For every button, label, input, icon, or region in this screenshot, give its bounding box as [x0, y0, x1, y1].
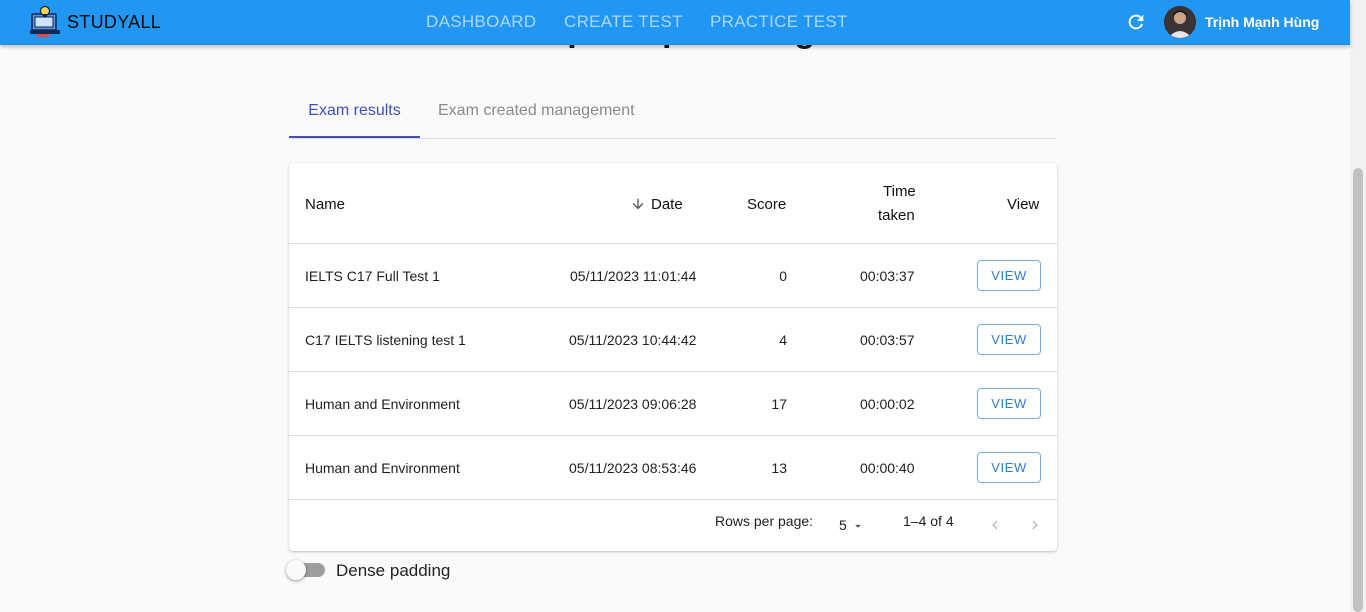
view-button[interactable]: VIEW [977, 388, 1041, 419]
rows-per-page-label: Rows per page: [715, 513, 814, 529]
dense-padding-switch[interactable] [286, 560, 306, 580]
row-date: 05/11/2023 09:06:28 [569, 396, 697, 412]
user-name[interactable]: Trịnh Mạnh Hùng [1205, 14, 1319, 30]
row-score: 17 [771, 396, 787, 412]
row-time: 00:03:57 [860, 332, 915, 348]
row-name: Human and Environment [305, 460, 460, 476]
table-row: Human and Environment 05/11/2023 09:06:2… [289, 372, 1057, 436]
row-date: 05/11/2023 11:01:44 [570, 268, 697, 284]
table-pagination: Rows per page: 5 1–4 of 4 [289, 499, 1057, 551]
table-row: IELTS C17 Full Test 1 05/11/2023 11:01:4… [289, 244, 1057, 308]
tab-exam-created-management[interactable]: Exam created management [438, 89, 635, 138]
row-score: 13 [771, 460, 787, 476]
tab-exam-results[interactable]: Exam results [289, 89, 420, 138]
profile-tabs: Exam results Exam created management [289, 89, 1057, 139]
column-view: View [1007, 196, 1040, 213]
studyall-logo-icon[interactable] [30, 5, 62, 38]
row-time: 00:03:37 [860, 268, 915, 284]
row-time: 00:00:40 [860, 460, 915, 476]
row-name: Human and Environment [305, 396, 460, 412]
column-time-line1[interactable]: Time [883, 183, 916, 200]
view-button[interactable]: VIEW [977, 324, 1041, 355]
caret-down-icon[interactable] [851, 519, 865, 533]
nav-practice-test[interactable]: PRACTICE TEST [710, 12, 848, 32]
row-name: C17 IELTS listening test 1 [305, 332, 466, 348]
arrow-down-icon[interactable] [630, 196, 646, 212]
user-avatar[interactable] [1164, 6, 1196, 38]
exam-results-table: Name Date Score Time taken View IELTS C1… [289, 163, 1057, 551]
refresh-icon[interactable] [1125, 11, 1147, 33]
column-score[interactable]: Score [747, 196, 786, 213]
table-row: C17 IELTS listening test 1 05/11/2023 10… [289, 308, 1057, 372]
column-time-line2[interactable]: taken [878, 207, 915, 224]
nav-create-test[interactable]: CREATE TEST [564, 12, 683, 32]
row-name: IELTS C17 Full Test 1 [305, 268, 440, 284]
rows-per-page-select[interactable]: 5 [839, 517, 847, 533]
column-name[interactable]: Name [305, 196, 345, 213]
dense-padding-label[interactable]: Dense padding [336, 561, 450, 581]
chevron-right-icon[interactable] [1026, 516, 1044, 534]
view-button[interactable]: VIEW [977, 260, 1041, 291]
pagination-range: 1–4 of 4 [903, 513, 954, 529]
table-header: Name Date Score Time taken View [289, 163, 1057, 244]
nav-dashboard[interactable]: DASHBOARD [426, 12, 536, 32]
row-time: 00:00:02 [860, 396, 915, 412]
scrollbar-thumb[interactable] [1353, 168, 1363, 612]
app-bar: STUDYALL DASHBOARD CREATE TEST PRACTICE … [0, 0, 1350, 45]
brand-name[interactable]: STUDYALL [67, 12, 161, 33]
row-date: 05/11/2023 08:53:46 [569, 460, 697, 476]
row-date: 05/11/2023 10:44:42 [569, 332, 697, 348]
chevron-left-icon[interactable] [986, 516, 1004, 534]
row-score: 4 [779, 332, 787, 348]
table-row: Human and Environment 05/11/2023 08:53:4… [289, 436, 1057, 500]
column-date[interactable]: Date [651, 196, 683, 213]
view-button[interactable]: VIEW [977, 452, 1041, 483]
row-score: 0 [779, 268, 787, 284]
